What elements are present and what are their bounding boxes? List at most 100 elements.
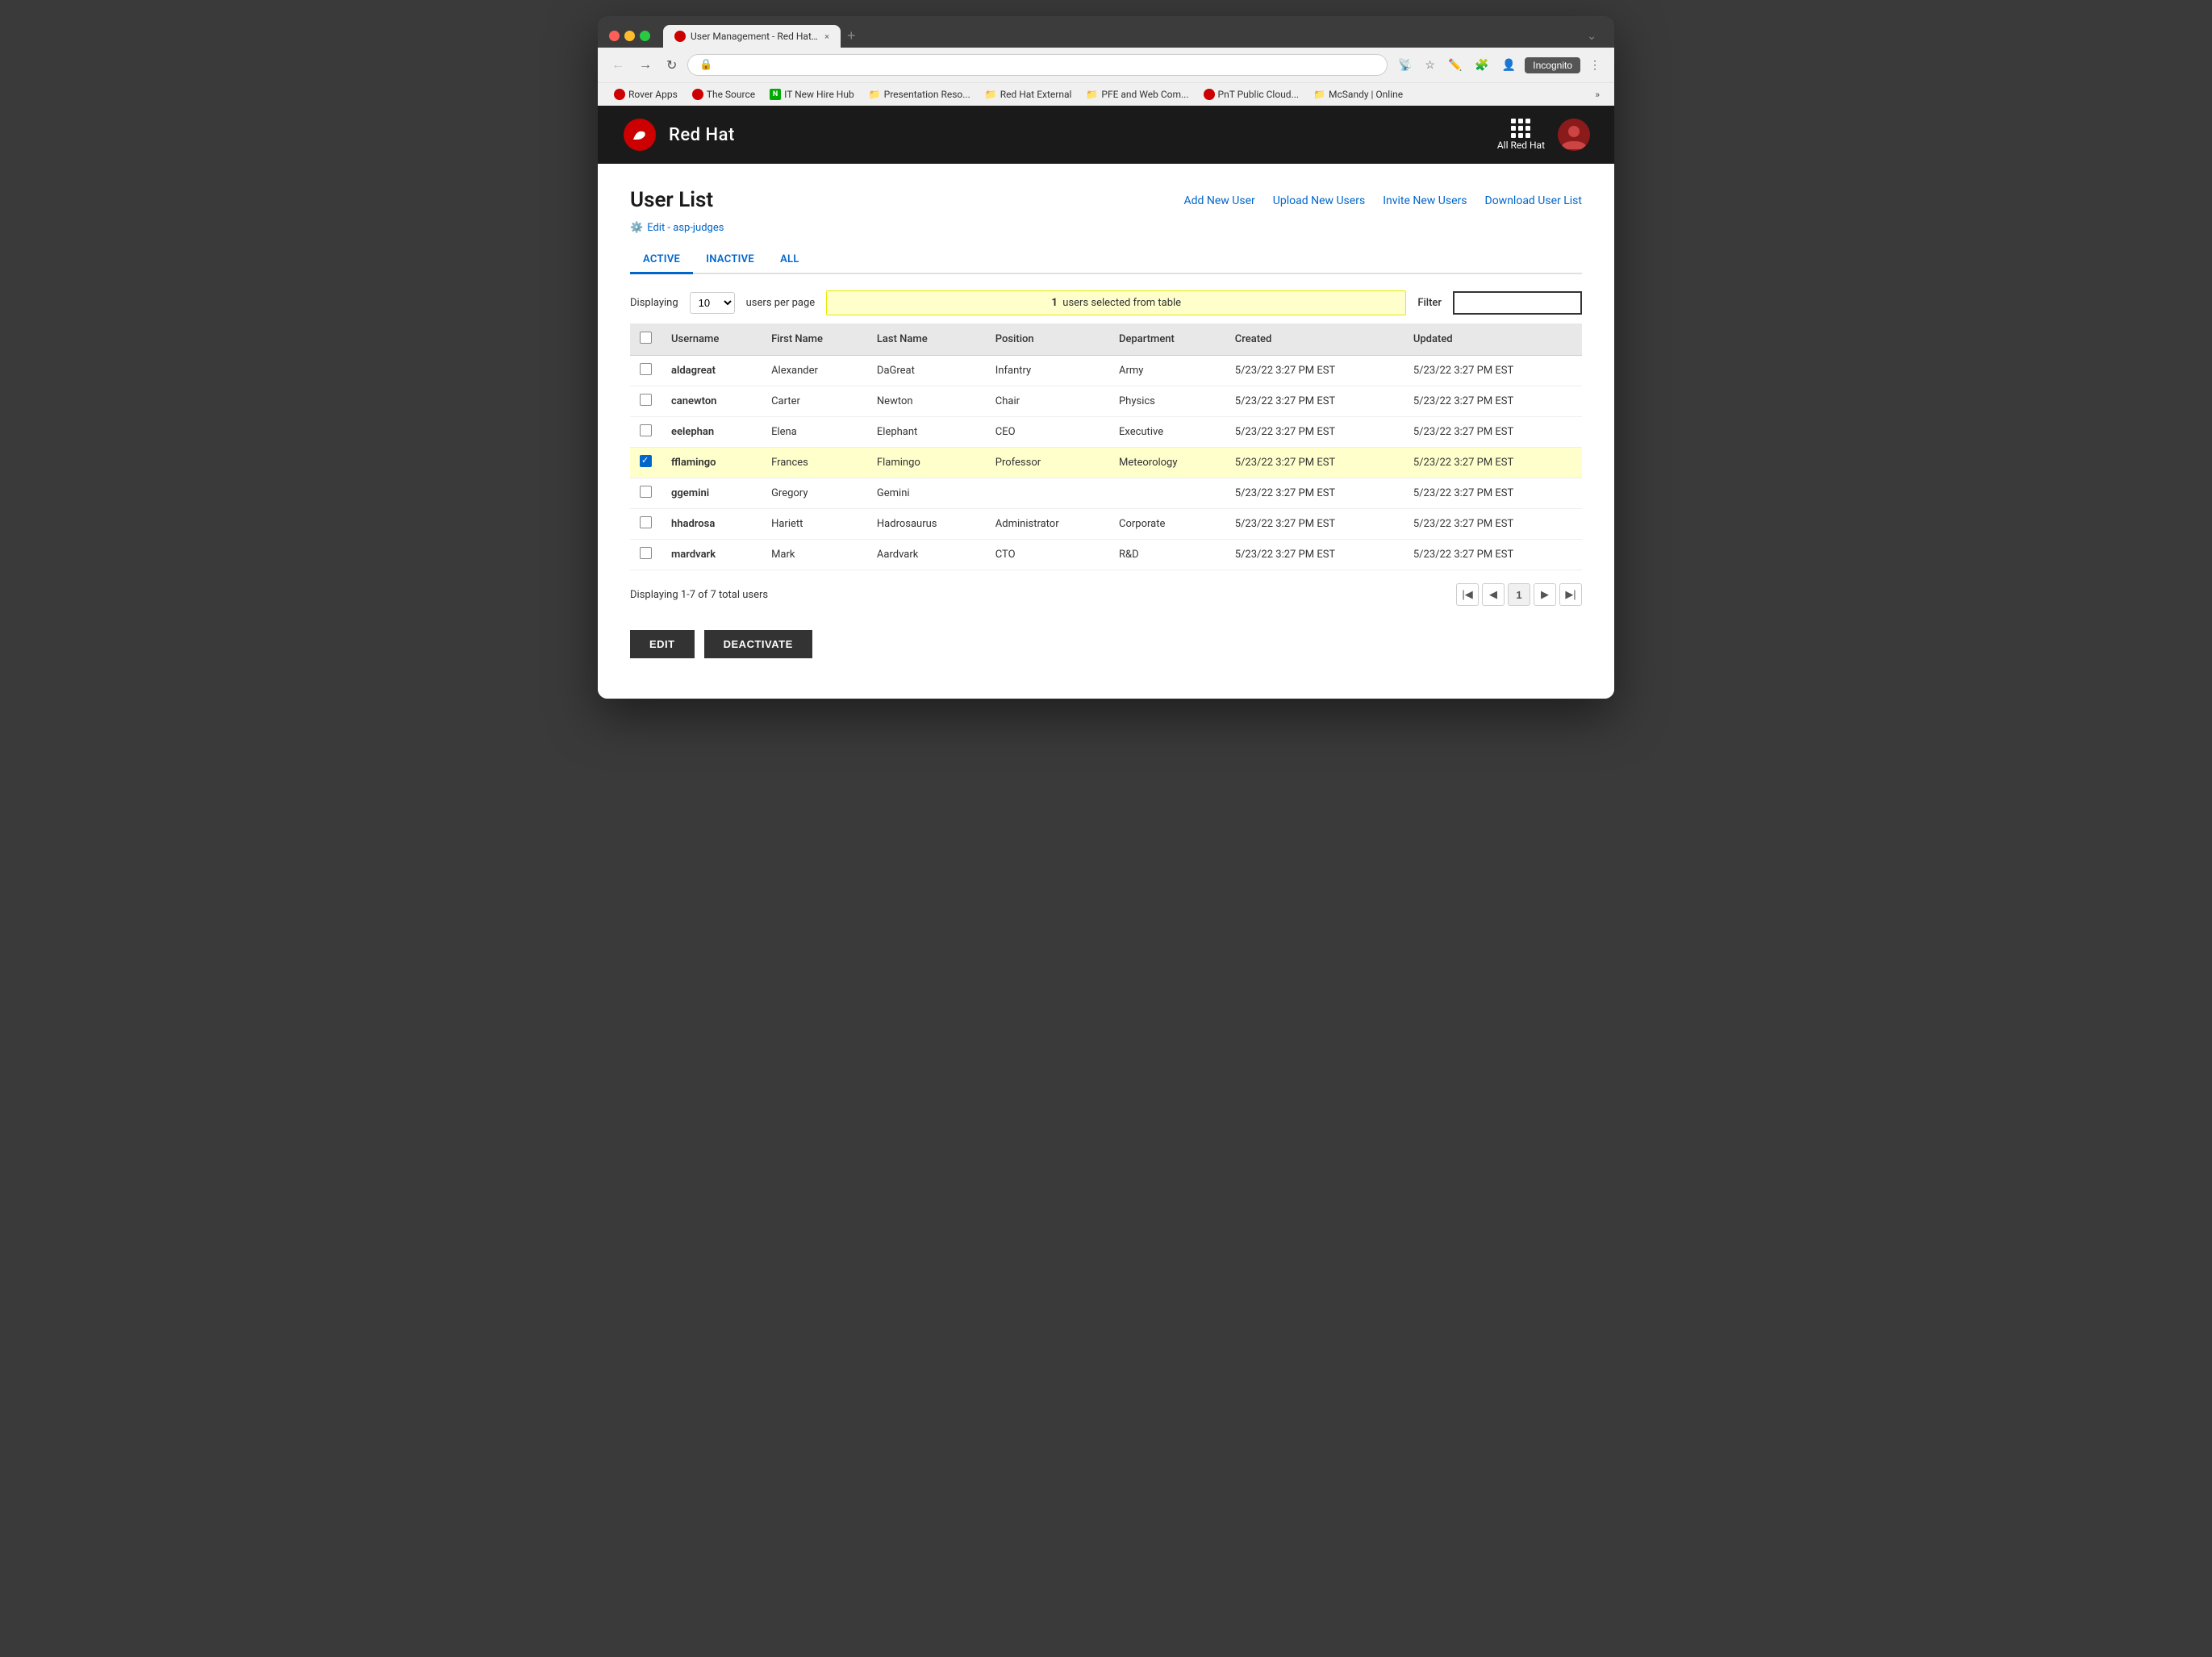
forward-button[interactable]: → [635, 56, 656, 75]
rh-logo-icon [622, 117, 657, 152]
page-title: User List [630, 188, 713, 212]
table-row: ggeminiGregoryGemini5/23/22 3:27 PM EST5… [630, 478, 1582, 509]
bookmark-mcsandy-label: McSandy | Online [1329, 89, 1403, 100]
row-checkbox[interactable] [640, 455, 652, 467]
header-actions: Add New User Upload New Users Invite New… [1183, 194, 1582, 207]
pfe-folder-icon: 📁 [1086, 89, 1098, 100]
tab-inactive[interactable]: INACTIVE [693, 247, 767, 274]
col-position: Position [986, 323, 1109, 356]
tab-title: User Management - Red Hat C [691, 31, 820, 42]
bookmark-pfe[interactable]: 📁 PFE and Web Com... [1079, 86, 1195, 102]
bookmark-rover-apps[interactable]: Rover Apps [607, 86, 684, 102]
avatar-icon [1558, 119, 1590, 151]
traffic-light-yellow[interactable] [624, 31, 635, 41]
table-row: aldagreatAlexanderDaGreatInfantryArmy5/2… [630, 356, 1582, 386]
bookmark-pnt[interactable]: PnT Public Cloud... [1197, 86, 1306, 102]
bookmark-the-source[interactable]: The Source [686, 86, 762, 102]
tab-more-button[interactable]: ⌄ [1580, 27, 1603, 46]
user-avatar[interactable] [1558, 119, 1590, 151]
bookmark-presentation[interactable]: 📁 Presentation Reso... [862, 86, 977, 102]
new-tab-button[interactable]: + [841, 24, 862, 48]
cell-username: mardvark [662, 540, 762, 570]
cell-username: fflamingo [662, 448, 762, 478]
selected-banner: 1 users selected from table [826, 290, 1406, 315]
per-page-select[interactable]: 10 5 25 50 100 [690, 292, 735, 314]
invite-new-users-link[interactable]: Invite New Users [1383, 194, 1467, 207]
rh-header: Red Hat All Red Hat [598, 106, 1614, 164]
rh-logo-text: Red Hat [669, 125, 735, 145]
address-input[interactable]: redhat.com/wapps/ugc/protected/usermgt/u… [718, 59, 1375, 71]
refresh-button[interactable]: ↻ [662, 55, 681, 76]
select-all-checkbox[interactable] [640, 332, 652, 344]
bookmark-star-icon[interactable]: ☆ [1421, 56, 1439, 74]
table-row: mardvarkMarkAardvarkCTOR&D5/23/22 3:27 P… [630, 540, 1582, 570]
cell-username: aldagreat [662, 356, 762, 386]
row-checkbox[interactable] [640, 424, 652, 436]
page-header: User List Add New User Upload New Users … [630, 188, 1582, 212]
traffic-light-red[interactable] [609, 31, 620, 41]
pagination: |◀ ◀ 1 ▶ ▶| [1456, 583, 1582, 606]
prev-page-button[interactable]: ◀ [1482, 583, 1505, 606]
select-all-header [630, 323, 662, 356]
extensions-icon[interactable]: 🧩 [1471, 56, 1492, 74]
bookmark-the-source-label: The Source [707, 89, 755, 100]
table-row: eelephanElenaElephantCEOExecutive5/23/22… [630, 417, 1582, 448]
filter-label: Filter [1417, 297, 1442, 309]
table-body: aldagreatAlexanderDaGreatInfantryArmy5/2… [630, 356, 1582, 570]
bookmark-mcsandy[interactable]: 📁 McSandy | Online [1307, 86, 1409, 102]
rover-apps-favicon [614, 89, 625, 100]
back-button[interactable]: ← [607, 56, 628, 75]
rh-header-right: All Red Hat [1497, 119, 1590, 151]
bookmark-presentation-label: Presentation Reso... [884, 89, 970, 100]
mcsandy-folder-icon: 📁 [1313, 89, 1325, 100]
download-user-list-link[interactable]: Download User List [1485, 194, 1583, 207]
row-checkbox[interactable] [640, 394, 652, 406]
user-table: Username First Name Last Name Position D… [630, 323, 1582, 570]
table-scroll-area: Username First Name Last Name Position D… [630, 323, 1582, 611]
rh-logo[interactable]: Red Hat [622, 117, 735, 152]
upload-new-users-link[interactable]: Upload New Users [1273, 194, 1365, 207]
table-row: canewtonCarterNewtonChairPhysics5/23/22 … [630, 386, 1582, 417]
browser-tab-active[interactable]: User Management - Red Hat C × [663, 25, 841, 48]
table-row: hhadrosaHariettHadrosaurusAdministratorC… [630, 509, 1582, 540]
menu-icon[interactable]: ⋮ [1585, 56, 1605, 74]
row-checkbox[interactable] [640, 516, 652, 528]
bookmark-pnt-label: PnT Public Cloud... [1218, 89, 1300, 100]
filter-input[interactable] [1453, 291, 1582, 315]
edit-link-row: ⚙️ Edit - asp-judges [630, 222, 1582, 234]
pnt-favicon [1204, 89, 1215, 100]
deactivate-button[interactable]: DEACTIVATE [704, 630, 812, 658]
cast-icon[interactable]: 📡 [1394, 56, 1416, 74]
edit-button[interactable]: EDIT [630, 630, 695, 658]
bookmark-red-hat-external[interactable]: 📁 Red Hat External [979, 86, 1079, 102]
col-department: Department [1109, 323, 1225, 356]
edit-link[interactable]: Edit - asp-judges [647, 222, 724, 234]
add-new-user-link[interactable]: Add New User [1183, 194, 1254, 207]
incognito-button[interactable]: Incognito [1525, 57, 1580, 73]
bookmark-pfe-label: PFE and Web Com... [1101, 89, 1188, 100]
tab-all[interactable]: ALL [767, 247, 812, 274]
tab-active[interactable]: ACTIVE [630, 247, 693, 274]
last-page-button[interactable]: ▶| [1559, 583, 1582, 606]
table-controls: Displaying 10 5 25 50 100 users per page… [630, 290, 1582, 315]
all-red-hat-label: All Red Hat [1497, 140, 1545, 151]
traffic-light-green[interactable] [640, 31, 650, 41]
bookmark-it-new-hire-label: IT New Hire Hub [784, 89, 854, 100]
next-page-button[interactable]: ▶ [1534, 583, 1556, 606]
lock-icon: 🔒 [699, 59, 712, 71]
row-checkbox[interactable] [640, 547, 652, 559]
first-page-button[interactable]: |◀ [1456, 583, 1479, 606]
pen-icon[interactable]: ✏️ [1444, 56, 1466, 74]
tab-close-button[interactable]: × [824, 31, 829, 42]
col-last-name: Last Name [867, 323, 986, 356]
current-page-button[interactable]: 1 [1508, 583, 1530, 606]
bookmark-it-new-hire[interactable]: N IT New Hire Hub [763, 86, 861, 102]
red-hat-external-folder-icon: 📁 [985, 89, 997, 100]
row-checkbox[interactable] [640, 363, 652, 375]
all-red-hat-apps-button[interactable]: All Red Hat [1497, 119, 1545, 151]
profile-icon[interactable]: 👤 [1498, 56, 1520, 74]
the-source-favicon [692, 89, 703, 100]
bookmarks-more-button[interactable]: » [1590, 86, 1605, 102]
row-checkbox[interactable] [640, 486, 652, 498]
col-updated: Updated [1404, 323, 1582, 356]
